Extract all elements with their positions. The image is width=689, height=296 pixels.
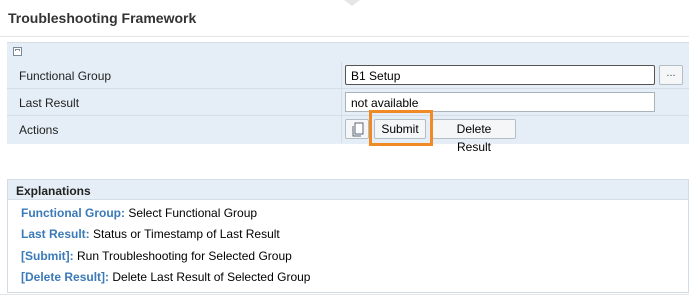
explanation-text: Status or Timestamp of Last Result: [89, 227, 280, 241]
explanation-text: Select Functional Group: [125, 206, 258, 220]
document-copy-icon: [352, 122, 364, 137]
functional-group-field[interactable]: B1 Setup: [345, 65, 655, 85]
row-divider: [341, 89, 342, 115]
collapse-icon[interactable]: [13, 47, 22, 56]
explanation-line: [Delete Result]: Delete Last Result of S…: [21, 270, 310, 284]
explanation-line: Functional Group: Select Functional Grou…: [21, 206, 257, 220]
functional-group-label: Functional Group: [19, 69, 112, 83]
delete-result-button[interactable]: Delete Result: [432, 119, 516, 154]
page-title: Troubleshooting Framework: [8, 10, 197, 26]
submit-button[interactable]: Submit: [374, 119, 426, 139]
explanation-line: [Submit]: Run Troubleshooting for Select…: [21, 249, 292, 263]
row-divider: [341, 116, 342, 143]
explanations-header: Explanations: [8, 180, 688, 200]
explanation-text: Run Troubleshooting for Selected Group: [73, 249, 292, 263]
explanation-text: Delete Last Result of Selected Group: [109, 270, 311, 284]
row-functional-group: Functional Group B1 Setup ...: [7, 62, 689, 89]
last-result-field: not available: [345, 92, 655, 112]
row-actions: Actions Submit Delete Result: [7, 116, 689, 154]
last-result-label: Last Result: [19, 96, 80, 110]
explanation-key: Last Result:: [21, 227, 90, 241]
value-help-button[interactable]: ...: [659, 65, 683, 85]
explanation-key: [Submit]:: [21, 249, 74, 263]
explanation-key: [Delete Result]:: [21, 270, 110, 284]
collapse-notch-icon: [344, 0, 360, 6]
explanations-title: Explanations: [16, 184, 91, 198]
form-panel: Functional Group B1 Setup ... Last Resul…: [7, 42, 689, 154]
row-last-result: Last Result not available: [7, 89, 689, 116]
copy-button[interactable]: [345, 119, 369, 139]
title-bar: Troubleshooting Framework: [0, 0, 689, 37]
row-divider: [341, 62, 342, 88]
bottom-divider: [0, 294, 689, 295]
explanations-panel: Explanations Functional Group: Select Fu…: [7, 179, 689, 293]
explanation-line: Last Result: Status or Timestamp of Last…: [21, 227, 280, 241]
actions-label: Actions: [19, 123, 59, 137]
explanation-key: Functional Group:: [21, 206, 125, 220]
